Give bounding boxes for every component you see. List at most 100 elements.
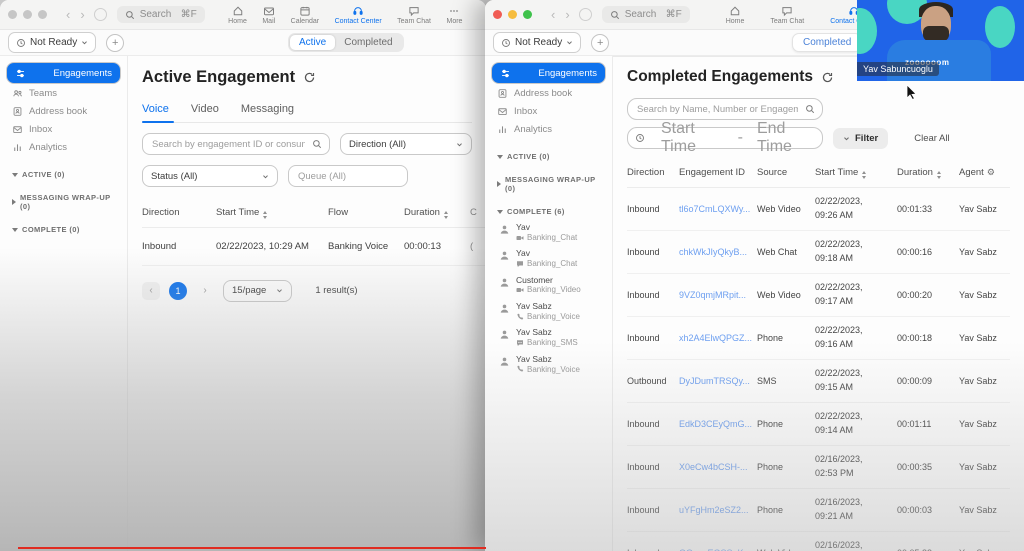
- status-filter-select[interactable]: Status (All): [142, 165, 278, 187]
- clear-all-button[interactable]: Clear All: [914, 133, 949, 144]
- chevron-down-icon: [82, 41, 88, 45]
- search-shortcut: ⌘F: [180, 9, 197, 20]
- engagement-id-link[interactable]: 9VZ0qmjMRpit...: [679, 290, 757, 300]
- history-icon[interactable]: [93, 8, 107, 21]
- search-input[interactable]: Search ⌘F: [601, 6, 690, 23]
- col-start-time[interactable]: Start Time: [216, 207, 328, 219]
- new-engagement-button[interactable]: +: [106, 33, 125, 52]
- back-button[interactable]: ‹: [546, 6, 560, 23]
- section-messaging-wrap-up[interactable]: MESSAGING WRAP-UP (0): [12, 193, 117, 211]
- table-row[interactable]: Inbound QOpcpEGSSoK... Web Video 02/16/2…: [627, 532, 1010, 551]
- sidebar-item-analytics[interactable]: Analytics: [6, 139, 121, 156]
- sidebar-item-engagements[interactable]: Engagements: [491, 62, 606, 84]
- prev-page-button[interactable]: ‹: [142, 281, 160, 300]
- segment-completed[interactable]: Completed: [335, 35, 401, 50]
- engagement-id-link[interactable]: EdkD3CEyQmG...: [679, 419, 757, 429]
- table-row[interactable]: Inbound 02/22/2023, 10:29 AM Banking Voi…: [142, 228, 486, 266]
- agent-status-dropdown[interactable]: Not Ready: [8, 32, 97, 53]
- engagement-search-input[interactable]: [150, 137, 307, 151]
- table-row[interactable]: Inbound uYFgHm2eSZ2... Phone 02/16/2023,…: [627, 489, 1010, 532]
- section-active[interactable]: ACTIVE (0): [497, 152, 602, 161]
- completed-engagements-pane: Completed Engagements Start Time - End T…: [613, 56, 1024, 551]
- col-duration[interactable]: Duration: [897, 167, 959, 179]
- col-duration[interactable]: Duration: [404, 207, 470, 219]
- segment-completed[interactable]: Completed: [792, 33, 863, 52]
- complete-item[interactable]: Customer Banking_Video: [499, 275, 604, 295]
- search-input[interactable]: Search ⌘F: [116, 6, 205, 23]
- tab-team-chat[interactable]: Team Chat: [397, 5, 431, 25]
- sidebar-item-analytics[interactable]: Analytics: [491, 121, 606, 138]
- section-complete[interactable]: COMPLETE (0): [12, 225, 117, 234]
- sidebar-item-inbox[interactable]: Inbox: [491, 103, 606, 120]
- channel-tabs: Voice Video Messaging: [142, 103, 472, 123]
- table-row[interactable]: Inbound EdkD3CEyQmG... Phone 02/22/2023,…: [627, 403, 1010, 446]
- refresh-icon[interactable]: [821, 71, 834, 84]
- segment-active[interactable]: Active: [290, 35, 336, 50]
- direction-filter-select[interactable]: Direction (All): [340, 133, 472, 155]
- inbox-icon: [498, 108, 507, 116]
- tab-voice[interactable]: Voice: [142, 103, 169, 115]
- engagement-id-link[interactable]: xh2A4ElwQPGZ...: [679, 333, 757, 343]
- sidebar-item-address-book[interactable]: Address book: [491, 85, 606, 102]
- refresh-icon[interactable]: [303, 71, 316, 84]
- complete-item[interactable]: Yav Banking_Chat: [499, 222, 604, 242]
- tab-more[interactable]: More: [447, 5, 462, 25]
- complete-item[interactable]: Yav Banking_Chat: [499, 249, 604, 268]
- back-button[interactable]: ‹: [61, 6, 75, 23]
- self-view-video[interactable]: zoooooom Yav Sabuncuoglu: [857, 0, 1024, 81]
- sidebar-item-engagements[interactable]: Engagements: [6, 62, 121, 84]
- sidebar-item-teams[interactable]: Teams: [6, 85, 121, 102]
- end-time-placeholder[interactable]: End Time: [757, 120, 815, 156]
- sidebar-item-address-book[interactable]: Address book: [6, 103, 121, 120]
- table-row[interactable]: Inbound xh2A4ElwQPGZ... Phone 02/22/2023…: [627, 317, 1010, 360]
- engagement-id-link[interactable]: DyJDumTRSQy...: [679, 376, 757, 386]
- tab-home[interactable]: Home: [726, 5, 744, 25]
- tab-video[interactable]: Video: [191, 103, 219, 115]
- tab-calendar[interactable]: Calendar: [291, 5, 319, 25]
- complete-item[interactable]: Yav Sabz Banking_SMS: [499, 328, 604, 347]
- traffic-lights[interactable]: [493, 10, 532, 19]
- next-page-button[interactable]: ›: [196, 282, 214, 300]
- engagement-id-link[interactable]: tl6o7CmLQXWy...: [679, 204, 757, 214]
- new-engagement-button[interactable]: +: [591, 33, 610, 52]
- phone-icon: [517, 366, 524, 372]
- queue-filter-field[interactable]: [288, 165, 408, 187]
- forward-button[interactable]: ›: [560, 6, 574, 23]
- tab-messaging[interactable]: Messaging: [241, 103, 294, 115]
- complete-item[interactable]: Yav Sabz Banking_Voice: [499, 301, 604, 321]
- cell-duration: 00:00:09: [897, 375, 933, 386]
- table-row[interactable]: Inbound X0eCw4bCSH-... Phone 02/16/2023,…: [627, 446, 1010, 489]
- table-row[interactable]: Inbound chkWkJIyQkyB... Web Chat 02/22/2…: [627, 231, 1010, 274]
- date-range-picker[interactable]: Start Time - End Time: [627, 120, 823, 155]
- section-complete[interactable]: COMPLETE (6): [497, 207, 602, 216]
- agent-status-dropdown[interactable]: Not Ready: [493, 32, 582, 53]
- completed-search-field[interactable]: [627, 98, 823, 120]
- tab-home[interactable]: Home: [228, 5, 247, 25]
- tab-team-chat[interactable]: Team Chat: [770, 5, 804, 25]
- tab-mail[interactable]: Mail: [262, 5, 275, 25]
- section-active[interactable]: ACTIVE (0): [12, 170, 117, 179]
- current-page-button[interactable]: 1: [169, 281, 187, 300]
- completed-search-input[interactable]: [635, 102, 800, 116]
- page-size-select[interactable]: 15/page: [223, 279, 293, 302]
- table-row[interactable]: Outbound DyJDumTRSQy... SMS 02/22/2023, 0…: [627, 360, 1010, 403]
- sidebar-item-inbox[interactable]: Inbox: [6, 121, 121, 138]
- tab-contact-center[interactable]: Contact Center: [335, 5, 382, 25]
- queue-filter-input[interactable]: [296, 169, 400, 183]
- section-messaging-wrap-up[interactable]: MESSAGING WRAP-UP (0): [497, 175, 602, 193]
- filter-button[interactable]: Filter: [833, 127, 889, 149]
- col-start-time[interactable]: Start Time: [815, 167, 897, 179]
- table-row[interactable]: Inbound tl6o7CmLQXWy... Web Video 02/22/…: [627, 188, 1010, 231]
- engagement-id-link[interactable]: QOpcpEGSSoK...: [679, 548, 757, 551]
- start-time-placeholder[interactable]: Start Time: [661, 120, 724, 156]
- table-row[interactable]: Inbound 9VZ0qmjMRpit... Web Video 02/22/…: [627, 274, 1010, 317]
- engagement-id-link[interactable]: X0eCw4bCSH-...: [679, 462, 757, 472]
- column-settings-gear-icon[interactable]: ⚙: [987, 167, 995, 177]
- forward-button[interactable]: ›: [75, 6, 89, 23]
- traffic-lights[interactable]: [8, 10, 47, 19]
- engagement-id-link[interactable]: uYFgHm2eSZ2...: [679, 505, 757, 515]
- history-icon[interactable]: [578, 8, 592, 21]
- engagement-id-link[interactable]: chkWkJIyQkyB...: [679, 247, 757, 257]
- engagement-search-field[interactable]: [142, 133, 330, 155]
- complete-item[interactable]: Yav Sabz Banking_Voice: [499, 354, 604, 374]
